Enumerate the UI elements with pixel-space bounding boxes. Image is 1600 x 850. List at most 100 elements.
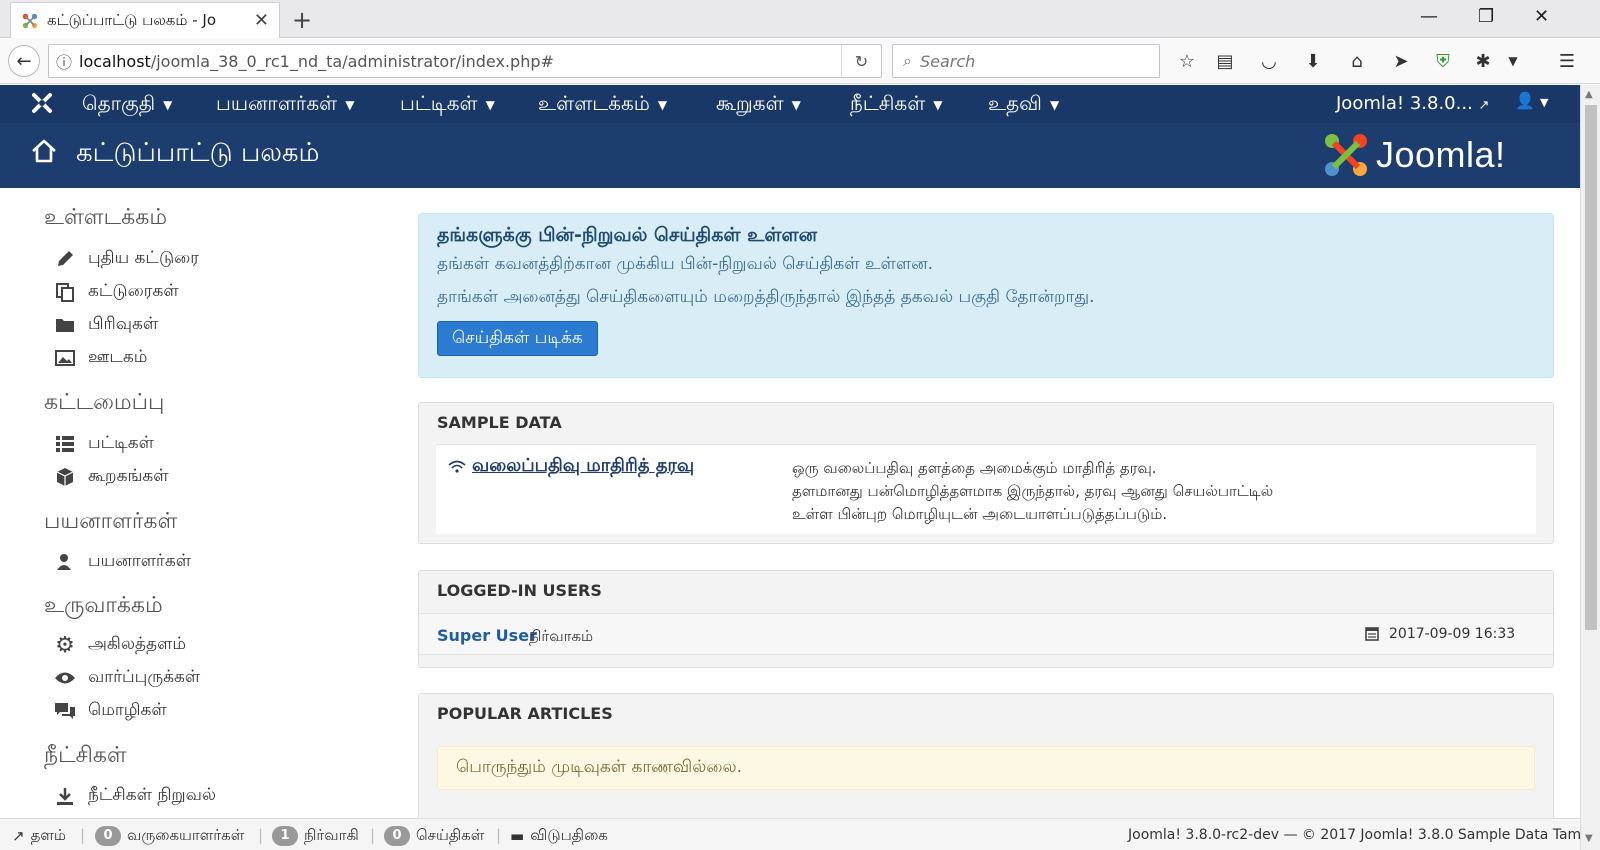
status-separator: | [496, 826, 502, 844]
hamburger-menu-icon[interactable]: ☰ [1554, 48, 1580, 74]
sidebar-heading-configuration: உருவாக்கம் [44, 593, 163, 618]
users-icon [54, 552, 76, 572]
minimize-icon[interactable]: — [1420, 6, 1438, 27]
new-tab-icon[interactable]: + [292, 6, 312, 34]
status-separator: | [258, 826, 264, 844]
info-icon[interactable]: ⓘ [49, 49, 79, 73]
close-tab-icon[interactable]: ✕ [254, 10, 269, 31]
footer-copyright: Joomla! 3.8.0-rc2-dev — © 2017 Joomla! 3… [1128, 827, 1589, 843]
sidebar-item-menus[interactable]: பட்டிகள் [54, 433, 154, 455]
status-separator: | [80, 826, 86, 844]
joomla-logo-icon[interactable] [30, 91, 54, 115]
sidebar-heading-extensions: நீட்சிகள் [44, 743, 127, 768]
caret-icon: ▼ [657, 97, 668, 112]
reload-icon[interactable]: ↻ [841, 45, 881, 77]
browser-tab-bar: கட்டுப்பாட்டு பலகம் - Jo ✕ + — ❐ ✕ [0, 0, 1600, 38]
logged-in-users-panel: LOGGED-IN USERS Super User நிர்வாகம் 201… [418, 570, 1554, 668]
sidebar-heading-structure: கட்டமைப்பு [44, 390, 165, 415]
panel-heading: SAMPLE DATA [437, 413, 562, 432]
copy-icon [54, 282, 76, 302]
search-placeholder: Search [919, 51, 976, 71]
menu-system[interactable]: தொகுதி ▼ [82, 91, 172, 118]
search-input[interactable]: ⌕ Search [892, 44, 1160, 78]
pocket-icon[interactable]: ◡ [1256, 48, 1282, 74]
joomla-favicon-icon [22, 13, 38, 28]
comments-icon [54, 701, 76, 721]
vertical-scrollbar[interactable]: ▲ ▼ [1580, 85, 1600, 850]
menu-menus[interactable]: பட்டிகள் ▼ [400, 91, 495, 118]
user-menu[interactable]: 👤 ▼ [1515, 91, 1548, 110]
blog-sample-data-link[interactable]: வலைப்பதிவு மாதிரித் தரவு [448, 455, 694, 478]
browser-tab[interactable]: கட்டுப்பாட்டு பலகம் - Jo ✕ [10, 2, 280, 38]
scroll-up-icon[interactable]: ▲ [1585, 89, 1593, 100]
download-arrow-icon[interactable]: ⬇ [1300, 48, 1326, 74]
caret-icon: ▼ [485, 97, 495, 112]
back-icon[interactable]: ← [8, 45, 40, 77]
user-role: நிர்வாகம் [529, 627, 594, 645]
sidebar-item-install-extensions[interactable]: நீட்சிகள் நிறுவல் [54, 785, 216, 807]
panel-heading: POPULAR ARTICLES [437, 704, 613, 723]
panel-heading: LOGGED-IN USERS [437, 581, 602, 600]
wifi-icon [448, 460, 466, 473]
url-text[interactable]: localhost/joomla_38_0_rc1_nd_ta/administ… [79, 52, 841, 71]
download-icon [54, 786, 76, 806]
list-icon [54, 434, 76, 454]
status-bar: ↗ தளம் | 0 வருகையாளர்கள் | 1 நிர்வாகி | 0 செ… [0, 818, 1589, 850]
post-install-alert: தங்களுக்கு பின்-நிறுவல் செய்திகள் உள்ளன … [418, 213, 1554, 378]
external-link-icon: ↗ [12, 827, 25, 845]
restore-icon[interactable]: ❐ [1478, 6, 1494, 27]
cube-icon [54, 467, 76, 487]
window-close-icon[interactable]: ✕ [1534, 6, 1549, 27]
status-site-link[interactable]: ↗ தளம் [12, 826, 66, 846]
address-bar[interactable]: ⓘ localhost/joomla_38_0_rc1_nd_ta/admini… [48, 44, 882, 78]
caret-icon: ▼ [345, 97, 355, 112]
page-header: கட்டுப்பாட்டு பலகம் Joomla! [0, 123, 1580, 188]
menu-users[interactable]: பயனாளர்கள் ▼ [216, 91, 354, 118]
status-messages[interactable]: 0 செய்திகள் [384, 826, 484, 846]
bookmark-star-icon[interactable]: ☆ [1174, 48, 1200, 74]
sidebar-item-new-article[interactable]: புதிய கட்டுரை [54, 248, 199, 270]
menu-components[interactable]: கூறுகள் ▼ [716, 91, 801, 118]
home-icon [32, 139, 56, 163]
menu-help[interactable]: உதவி ▼ [988, 91, 1059, 118]
scroll-down-icon[interactable]: ▼ [1585, 833, 1593, 844]
sidebar-heading-content: உள்ளடக்கம் [44, 205, 168, 230]
tab-title: கட்டுப்பாட்டு பலகம் - Jo [47, 10, 217, 29]
status-logout-link[interactable]: ▬ விடுபதிகை [510, 826, 608, 846]
caret-icon: ▼ [1049, 97, 1060, 112]
site-link[interactable]: Joomla! 3.8.0... ↗ [1336, 93, 1489, 114]
sidebar-item-users[interactable]: பயனாளர்கள் [54, 551, 191, 573]
cog-icon: ⚙ [55, 632, 75, 658]
sample-data-row: வலைப்பதிவு மாதிரித் தரவு ஒரு வலைப்பதிவு … [436, 444, 1536, 534]
calendar-icon [1365, 627, 1379, 641]
user-icon: 👤 [1515, 91, 1535, 110]
send-icon[interactable]: ➤ [1388, 48, 1414, 74]
joomla-brand-logo: Joomla! [1322, 131, 1506, 179]
status-separator: | [370, 826, 376, 844]
sidebar-item-global-config[interactable]: ⚙ அகிலத்தளம் [54, 632, 186, 658]
sidebar-item-media[interactable]: ஊடகம் [54, 347, 147, 369]
user-name-link[interactable]: Super User [437, 626, 537, 645]
reading-list-icon[interactable]: ▤ [1212, 48, 1238, 74]
read-messages-button[interactable]: செய்திகள் படிக்க [437, 321, 598, 356]
alert-heading: தங்களுக்கு பின்-நிறுவல் செய்திகள் உள்ளன [437, 224, 818, 246]
sidebar-item-templates[interactable]: வார்ப்புருக்கள் [54, 667, 200, 689]
popular-articles-panel: POPULAR ARTICLES பொருந்தும் முடிவுகள் கா… [418, 693, 1554, 833]
sidebar-item-categories[interactable]: பிரிவுகள் [54, 314, 158, 336]
menu-extensions[interactable]: நீட்சிகள் ▼ [850, 91, 942, 118]
sidebar-item-languages[interactable]: மொழிகள் [54, 700, 167, 722]
sidebar-item-modules[interactable]: கூறகங்கள் [54, 466, 169, 488]
sample-data-description: ஒரு வலைப்பதிவு தளத்தை அமைக்கும் மாதிரித்… [792, 459, 1274, 523]
search-icon: ⌕ [903, 51, 912, 70]
shield-icon[interactable]: ⛨ [1430, 48, 1456, 74]
menu-content[interactable]: உள்ளடக்கம் ▼ [538, 91, 667, 118]
alert-text-2: தாங்கள் அனைத்து செய்திகளையும் மறைத்திருந… [437, 287, 1095, 307]
scrollbar-thumb[interactable] [1585, 105, 1597, 630]
sidebar-item-articles[interactable]: கட்டுரைகள் [54, 281, 179, 303]
extension-icon[interactable]: ✱ [1470, 48, 1496, 74]
folder-icon [54, 315, 76, 335]
home-icon[interactable]: ⌂ [1344, 48, 1370, 74]
status-visitors: 0 வருகையாளர்கள் [95, 826, 244, 846]
eye-icon [54, 668, 76, 688]
dropdown-caret-icon[interactable]: ▼ [1500, 48, 1526, 74]
